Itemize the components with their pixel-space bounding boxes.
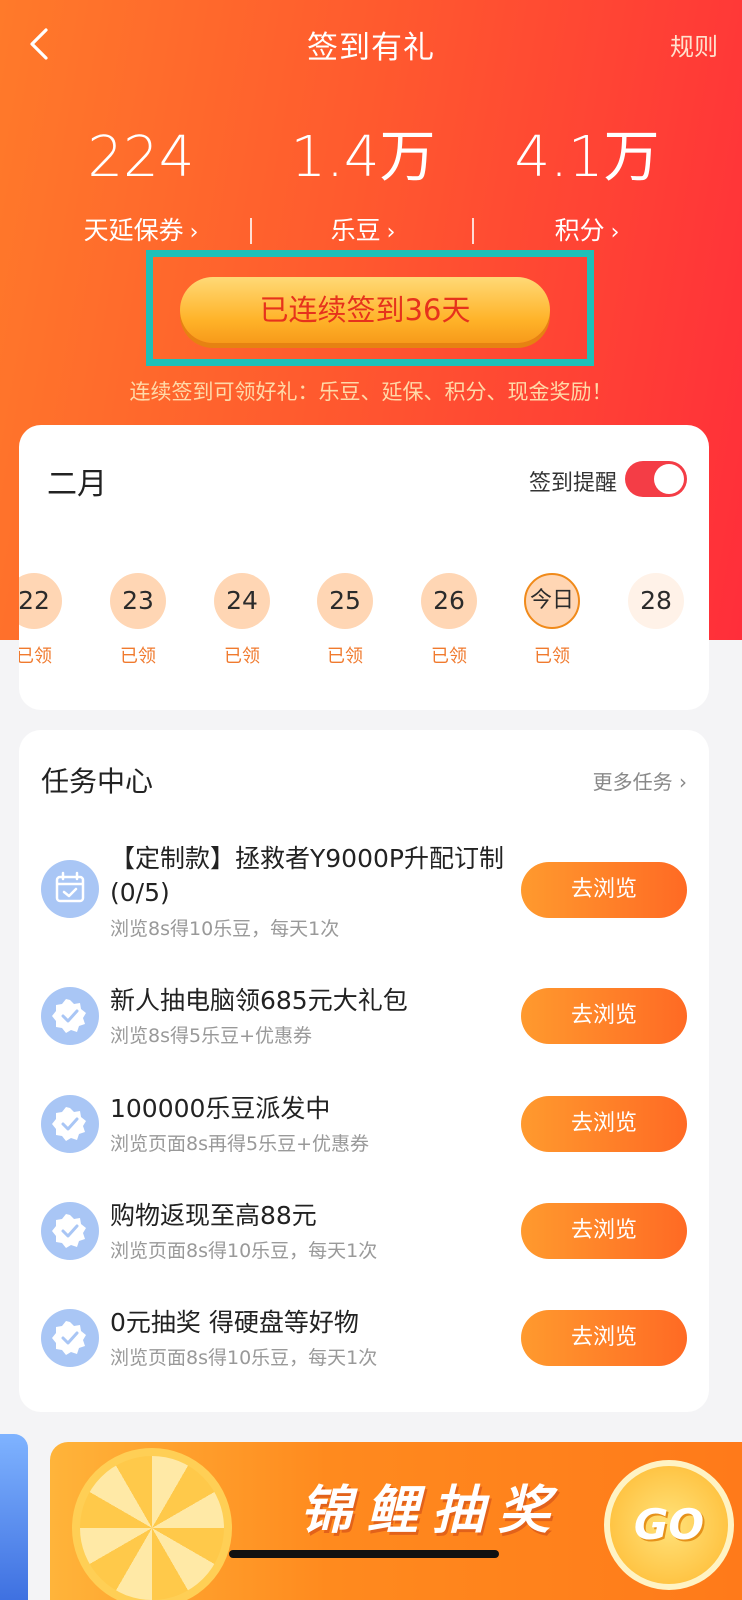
- task-name: 新人抽电脑领685元大礼包: [110, 986, 408, 1015]
- stats-row: 224 天延保券 › 1.4万 乐豆 › 4.1万 积分 ›: [0, 120, 742, 260]
- task-item: 新人抽电脑领685元大礼包 浏览8s得5乐豆+优惠券 去浏览: [19, 984, 709, 1054]
- task-name: 【定制款】拯救者Y9000P升配订制(0/5): [110, 844, 504, 907]
- more-tasks-link[interactable]: 更多任务 ›: [593, 766, 687, 795]
- task-name: 100000乐豆派发中: [110, 1094, 331, 1123]
- prize-wheel-icon: [72, 1448, 232, 1600]
- rules-link[interactable]: 规则: [670, 27, 718, 62]
- task-item: 购物返现至高88元 浏览页面8s得10乐豆，每天1次 去浏览: [19, 1199, 709, 1269]
- lucky-draw-banner[interactable]: 锦鲤抽奖 GO: [0, 1430, 742, 1600]
- badge-check-icon: [41, 1202, 99, 1260]
- task-name: 购物返现至高88元: [110, 1201, 317, 1230]
- browse-button[interactable]: 去浏览: [521, 1096, 687, 1152]
- day-status: 已领: [534, 646, 570, 667]
- task-center-title: 任务中心: [41, 765, 154, 798]
- task-desc: 浏览页面8s再得5乐豆+优惠券: [110, 1133, 369, 1155]
- toggle-knob: [654, 464, 684, 494]
- task-desc: 浏览8s得10乐豆，每天1次: [110, 918, 340, 940]
- day-status: 已领: [120, 646, 156, 667]
- task-desc: 浏览页面8s得10乐豆，每天1次: [110, 1240, 378, 1262]
- browse-button[interactable]: 去浏览: [521, 862, 687, 918]
- day-item[interactable]: 24 已领: [202, 573, 282, 668]
- chevron-right-icon: ›: [386, 220, 396, 245]
- day-circle: 23: [110, 573, 166, 629]
- task-item: 100000乐豆派发中 浏览页面8s再得5乐豆+优惠券 去浏览: [19, 1092, 709, 1162]
- remind-label: 签到提醒: [528, 471, 617, 496]
- browse-button[interactable]: 去浏览: [521, 988, 687, 1044]
- day-item[interactable]: 28: [616, 573, 696, 642]
- day-item-today[interactable]: 今日 已领: [512, 573, 592, 668]
- day-status: 已领: [224, 646, 260, 667]
- stat-ledou-value: 1.4万: [290, 125, 436, 190]
- task-desc: 浏览页面8s得10乐豆，每天1次: [110, 1347, 378, 1369]
- task-item: 0元抽奖 得硬盘等好物 浏览页面8s得10乐豆，每天1次 去浏览: [19, 1306, 709, 1376]
- badge-check-icon: [41, 987, 99, 1045]
- top-bar: 签到有礼 规则: [0, 0, 742, 88]
- day-circle: 今日: [524, 573, 580, 629]
- stat-points-value: 4.1万: [514, 125, 660, 190]
- page-title: 签到有礼: [307, 30, 435, 66]
- remind-toggle[interactable]: [625, 461, 687, 497]
- day-status: 已领: [431, 646, 467, 667]
- stat-coupon-value: 224: [87, 125, 195, 190]
- home-indicator[interactable]: [229, 1550, 499, 1558]
- stat-ledou[interactable]: 1.4万 乐豆 ›: [248, 120, 478, 250]
- day-circle: 26: [421, 573, 477, 629]
- task-name: 0元抽奖 得硬盘等好物: [110, 1308, 359, 1337]
- month-label: 二月: [47, 467, 107, 502]
- day-circle: 28: [628, 573, 684, 629]
- browse-button[interactable]: 去浏览: [521, 1203, 687, 1259]
- signin-hint: 连续签到可领好礼：乐豆、延保、积分、现金奖励！: [129, 380, 613, 404]
- chevron-right-icon: ›: [610, 220, 620, 245]
- day-circle: 24: [214, 573, 270, 629]
- day-circle: 25: [317, 573, 373, 629]
- day-circle: 22: [19, 573, 62, 629]
- day-item[interactable]: 25 已领: [305, 573, 385, 668]
- stat-ledou-label: 乐豆: [330, 216, 381, 245]
- stat-points-label: 积分: [554, 216, 605, 245]
- task-center-card: 任务中心 更多任务 › 【定制款】拯救者Y9000P升配订制(0/5) 浏览8s…: [19, 730, 709, 1412]
- browse-button[interactable]: 去浏览: [521, 1310, 687, 1366]
- day-status: 已领: [19, 646, 52, 667]
- stat-coupon[interactable]: 224 天延保券 ›: [26, 120, 256, 250]
- task-item: 【定制款】拯救者Y9000P升配订制(0/5) 浏览8s得10乐豆，每天1次 去…: [19, 842, 709, 942]
- badge-check-icon: [41, 1095, 99, 1153]
- streak-button[interactable]: 已连续签到36天: [180, 277, 550, 343]
- banner-title: 锦鲤抽奖: [300, 1481, 565, 1541]
- stat-points[interactable]: 4.1万 积分 ›: [472, 120, 702, 250]
- day-item[interactable]: 22 已领: [19, 573, 74, 668]
- badge-check-icon: [41, 1309, 99, 1367]
- chevron-right-icon: ›: [189, 220, 199, 245]
- previous-banner-edge: [0, 1434, 28, 1600]
- task-desc: 浏览8s得5乐豆+优惠券: [110, 1025, 312, 1047]
- day-status: 已领: [327, 646, 363, 667]
- go-button[interactable]: GO: [604, 1460, 734, 1590]
- calendar-card: 二月 签到提醒 22 已领 23 已领 24 已领 25 已领 26 已领 今日…: [19, 425, 709, 710]
- day-item[interactable]: 26 已领: [409, 573, 489, 668]
- day-item[interactable]: 23 已领: [98, 573, 178, 668]
- stat-coupon-label: 天延保券: [83, 216, 184, 245]
- calendar-icon: [41, 860, 99, 918]
